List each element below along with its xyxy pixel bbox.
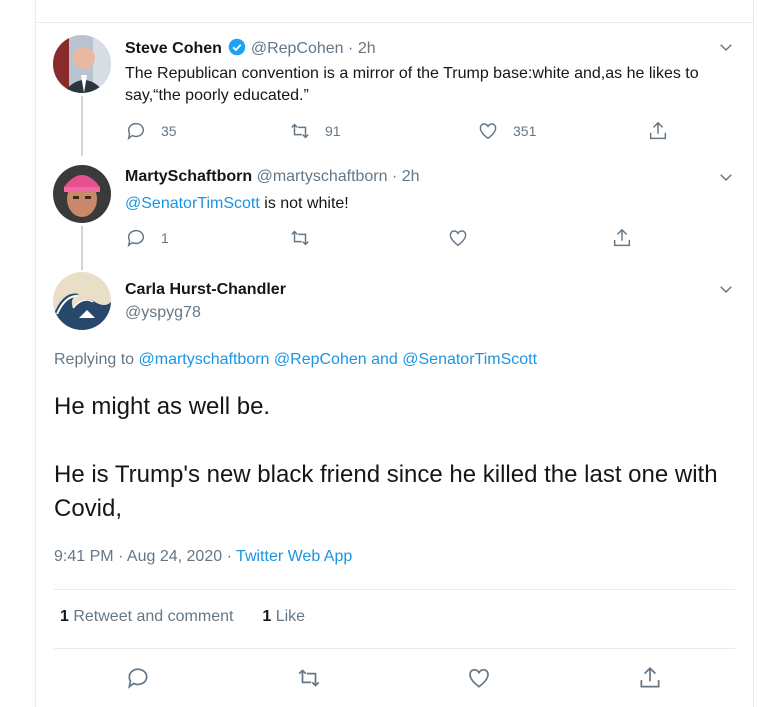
like-button[interactable] — [466, 665, 492, 691]
reply-button[interactable]: 35 — [125, 120, 177, 142]
avatar-carla-hurst-chandler[interactable] — [53, 272, 111, 330]
author-handle[interactable]: @RepCohen — [251, 40, 344, 57]
share-button[interactable] — [637, 665, 663, 691]
retweet-button[interactable] — [296, 665, 322, 691]
share-button[interactable] — [611, 227, 633, 249]
reply-count: 35 — [161, 123, 177, 139]
dot-separator: · — [391, 168, 402, 185]
chevron-down-icon[interactable] — [717, 168, 735, 186]
share-icon — [649, 121, 667, 140]
like-button[interactable]: 351 — [477, 120, 536, 142]
tweet-header: MartySchaftborn @martyschaftborn · 2h — [125, 168, 420, 186]
tweet-text-body: is not white! — [259, 195, 349, 212]
divider — [54, 648, 735, 649]
like-button[interactable] — [447, 227, 469, 249]
reply-button[interactable]: 1 — [125, 227, 169, 249]
reply-icon — [127, 229, 145, 248]
likes-stat[interactable]: 1 Like — [262, 608, 305, 625]
share-icon — [613, 228, 631, 247]
retweet-icon — [291, 230, 309, 246]
tweet-text-line: He might as well be. — [54, 393, 271, 420]
reply-button[interactable] — [125, 665, 151, 691]
like-icon — [479, 123, 497, 140]
reply-icon — [127, 122, 145, 141]
replying-user-link[interactable]: @martyschaftborn — [139, 351, 270, 368]
tweet-thread-column: Steve Cohen @RepCohen · 2h The Republica… — [35, 0, 754, 707]
replying-user-link[interactable]: @RepCohen — [274, 351, 367, 368]
author-handle[interactable]: @martyschaftborn — [257, 168, 388, 185]
retweet-count: 1 — [60, 608, 69, 625]
chevron-down-icon[interactable] — [717, 38, 735, 56]
verified-badge-icon — [229, 38, 246, 56]
tweet-source-link[interactable]: Twitter Web App — [236, 548, 352, 565]
divider — [54, 589, 735, 590]
tweet-timestamp[interactable]: 9:41 PM · Aug 24, 2020 · — [54, 548, 236, 565]
author-handle[interactable]: @yspyg78 — [125, 304, 201, 321]
author-name[interactable]: Carla Hurst-Chandler — [125, 281, 286, 298]
reply-count: 1 — [161, 230, 169, 246]
focused-author-name: Carla Hurst-Chandler — [125, 281, 286, 299]
replying-and[interactable]: and — [367, 351, 403, 368]
thread-line — [81, 96, 83, 156]
like-count: 1 — [262, 608, 272, 625]
author-name[interactable]: Steve Cohen — [125, 40, 222, 57]
top-divider — [36, 22, 753, 23]
like-icon — [449, 230, 467, 247]
retweet-icon — [291, 123, 309, 139]
thread-line — [81, 226, 83, 270]
retweet-button[interactable] — [289, 227, 311, 249]
tweet-text-line: He is Trump's new black friend since he … — [54, 461, 718, 522]
dot-separator: · — [348, 40, 358, 57]
replying-prefix: Replying to — [54, 351, 139, 368]
share-button[interactable] — [647, 120, 669, 142]
focused-author-handle-row: @yspyg78 — [125, 304, 201, 322]
replying-user-link[interactable]: @SenatorTimScott — [402, 351, 537, 368]
retweet-label: Retweet and comment — [68, 608, 234, 625]
tweet-meta: 9:41 PM · Aug 24, 2020 · Twitter Web App — [54, 548, 352, 566]
tweet-stats: 1 Retweet and comment 1 Like — [60, 608, 305, 626]
tweet-time[interactable]: 2h — [402, 168, 420, 185]
reply-icon — [128, 668, 148, 689]
retweet-icon — [298, 669, 320, 687]
tweet-header: Steve Cohen @RepCohen · 2h — [125, 38, 376, 58]
avatar-marty-schaftborn[interactable] — [53, 165, 111, 223]
retweet-button[interactable]: 91 — [289, 120, 341, 142]
avatar-steve-cohen[interactable] — [53, 35, 111, 93]
focused-tweet-text: He might as well be. He is Trump's new b… — [54, 390, 744, 526]
author-name[interactable]: MartySchaftborn — [125, 168, 252, 185]
like-label: Like — [271, 608, 306, 625]
tweet-text: The Republican convention is a mirror of… — [125, 65, 699, 104]
chevron-down-icon[interactable] — [717, 280, 735, 298]
like-count: 351 — [513, 123, 537, 139]
tweet-time[interactable]: 2h — [358, 40, 376, 57]
retweets-stat[interactable]: 1 Retweet and comment — [60, 608, 233, 625]
share-icon — [640, 667, 660, 688]
tweet-actions: 1 — [125, 227, 685, 251]
tweet-text: @SenatorTimScott is not white! — [125, 193, 725, 215]
replying-to: Replying to @martyschaftborn @RepCohen a… — [54, 351, 537, 369]
retweet-count: 91 — [325, 123, 341, 139]
mention-link[interactable]: @SenatorTimScott — [125, 195, 260, 212]
tweet-actions: 35 91 351 — [125, 120, 685, 144]
like-icon — [469, 668, 489, 688]
focused-tweet-actions — [36, 665, 755, 693]
